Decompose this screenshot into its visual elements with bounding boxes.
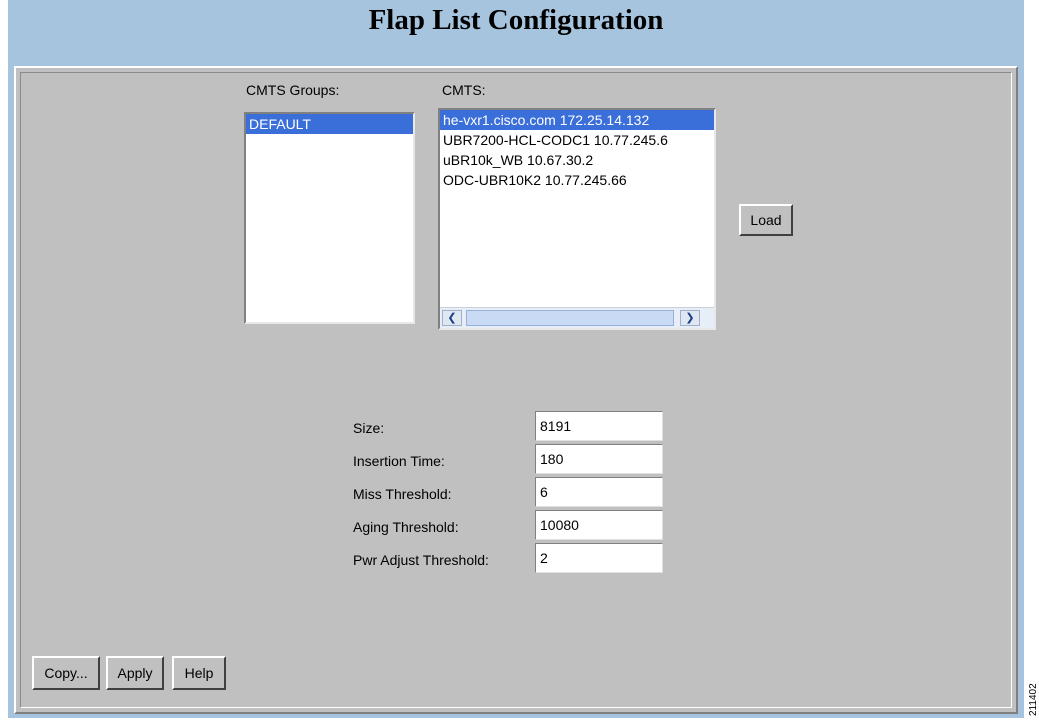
scroll-left-icon[interactable]: ❮: [442, 310, 462, 326]
cmts-item[interactable]: ODC-UBR10K2 10.77.245.66: [440, 170, 714, 190]
cmts-item[interactable]: uBR10k_WB 10.67.30.2: [440, 150, 714, 170]
aging-threshold-label: Aging Threshold:: [353, 519, 459, 535]
pwr-adjust-threshold-field[interactable]: 2: [535, 543, 663, 573]
miss-threshold-field[interactable]: 6: [535, 477, 663, 507]
config-panel: CMTS Groups: DEFAULT CMTS: he-vxr1.cisco…: [14, 66, 1018, 714]
cmts-groups-label: CMTS Groups:: [246, 82, 340, 98]
cmts-item[interactable]: he-vxr1.cisco.com 172.25.14.132: [440, 110, 714, 130]
cmts-groups-list[interactable]: DEFAULT: [244, 112, 415, 324]
cmts-list[interactable]: he-vxr1.cisco.com 172.25.14.132 UBR7200-…: [438, 108, 716, 330]
copy-button[interactable]: Copy...: [32, 656, 100, 690]
page-title: Flap List Configuration: [368, 4, 664, 36]
cmts-item[interactable]: UBR7200-HCL-CODC1 10.77.245.6: [440, 130, 714, 150]
window: Flap List Configuration CMTS Groups: DEF…: [8, 0, 1024, 718]
aging-threshold-field[interactable]: 10080: [535, 510, 663, 540]
insertion-time-label: Insertion Time:: [353, 453, 445, 469]
pwr-adjust-threshold-label: Pwr Adjust Threshold:: [353, 552, 489, 568]
help-button[interactable]: Help: [172, 656, 226, 690]
insertion-time-field[interactable]: 180: [535, 444, 663, 474]
scrollbar-thumb[interactable]: [466, 310, 674, 326]
size-label: Size:: [353, 420, 385, 436]
load-button[interactable]: Load: [739, 204, 793, 236]
scroll-right-icon[interactable]: ❯: [680, 310, 700, 326]
figure-id: 211402: [1028, 683, 1039, 716]
cmts-horizontal-scrollbar[interactable]: ❮ ❯: [440, 307, 714, 328]
cmts-group-item[interactable]: DEFAULT: [246, 114, 413, 134]
cmts-label: CMTS:: [442, 82, 486, 98]
miss-threshold-label: Miss Threshold:: [353, 486, 452, 502]
size-field[interactable]: 8191: [535, 411, 663, 441]
apply-button[interactable]: Apply: [106, 656, 164, 690]
